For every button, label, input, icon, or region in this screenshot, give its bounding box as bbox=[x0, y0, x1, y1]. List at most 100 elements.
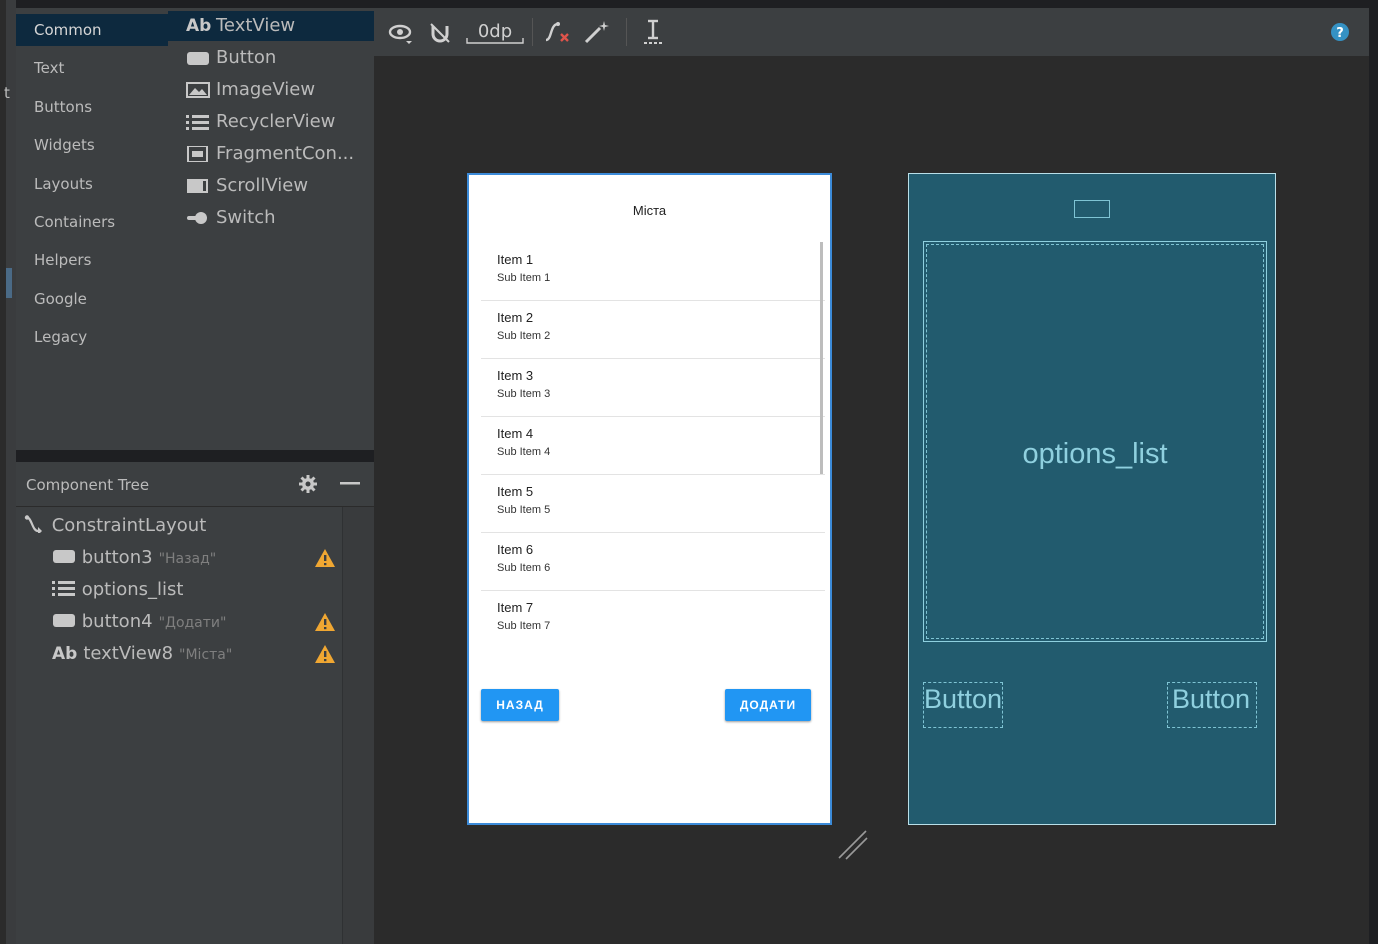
blueprint-textview[interactable] bbox=[1074, 200, 1110, 218]
blueprint-right-button[interactable]: Button bbox=[1167, 682, 1257, 728]
palette-panel: Common Text Buttons Widgets Layouts Cont… bbox=[16, 8, 374, 450]
category-widgets[interactable]: Widgets bbox=[16, 129, 168, 161]
component-tree-title: Component Tree bbox=[26, 476, 150, 494]
blueprint-screen[interactable]: options_list Button Button bbox=[908, 173, 1276, 825]
list-item-subtitle: Sub Item 6 bbox=[497, 562, 551, 574]
category-buttons[interactable]: Buttons bbox=[16, 91, 168, 123]
textview-icon: Ab bbox=[186, 16, 212, 36]
palette-item-recyclerview[interactable]: RecyclerView bbox=[168, 107, 374, 137]
list-item[interactable]: Item 4 Sub Item 4 bbox=[481, 416, 825, 475]
tree-row-button3[interactable]: button3 "Назад" bbox=[52, 543, 216, 573]
gutter-strip bbox=[6, 0, 16, 944]
blueprint-list-label: options_list bbox=[1022, 438, 1168, 470]
tree-scrollbar[interactable] bbox=[342, 507, 375, 944]
switch-icon bbox=[187, 212, 207, 224]
list-item[interactable]: Item 3 Sub Item 3 bbox=[481, 358, 825, 417]
tree-row-button4[interactable]: button4 "Додати" bbox=[52, 607, 226, 637]
list-item-title: Item 3 bbox=[497, 368, 534, 383]
palette-item-label: ImageView bbox=[216, 79, 316, 100]
palette-categories: Common Text Buttons Widgets Layouts Cont… bbox=[16, 8, 168, 450]
tree-row-id: button3 bbox=[81, 547, 153, 568]
tree-row-textview8[interactable]: Ab textView8 "Міста" bbox=[52, 639, 232, 669]
list-item[interactable]: Item 1 Sub Item 1 bbox=[481, 242, 825, 301]
category-containers[interactable]: Containers bbox=[16, 206, 168, 238]
svg-text:?: ? bbox=[1336, 26, 1344, 41]
blueprint-right-button-label: Button bbox=[1172, 684, 1251, 714]
tree-row-id: button4 bbox=[81, 611, 153, 632]
list-item[interactable]: Item 6 Sub Item 6 bbox=[481, 532, 825, 591]
list-item[interactable]: Item 5 Sub Item 5 bbox=[481, 474, 825, 533]
category-google[interactable]: Google bbox=[16, 283, 168, 315]
tree-row-id: textView8 bbox=[83, 643, 174, 664]
baseline-guideline-icon[interactable] bbox=[640, 18, 666, 46]
constraint-layout-icon bbox=[24, 515, 42, 533]
palette-item-label: Button bbox=[216, 47, 277, 68]
button-icon bbox=[53, 614, 75, 627]
warning-icon[interactable] bbox=[314, 644, 336, 664]
list-item-title: Item 4 bbox=[497, 426, 534, 441]
minimize-icon[interactable] bbox=[340, 482, 360, 486]
tree-row-constraintlayout[interactable]: ConstraintLayout bbox=[24, 511, 206, 541]
palette-item-label: FragmentCon... bbox=[216, 143, 355, 164]
list-item-subtitle: Sub Item 4 bbox=[497, 446, 551, 458]
list-scrollbar[interactable] bbox=[820, 242, 823, 474]
tree-row-options-list[interactable]: options_list bbox=[52, 575, 183, 605]
palette-item-button[interactable]: Button bbox=[168, 43, 374, 73]
screen-title: Міста bbox=[632, 203, 667, 218]
palette-item-scrollview[interactable]: ScrollView bbox=[168, 171, 374, 201]
category-common[interactable]: Common bbox=[16, 14, 168, 46]
scrollview-icon bbox=[187, 179, 208, 193]
recyclerview-icon bbox=[186, 115, 209, 130]
component-tree-body: ConstraintLayout button3 "Назад" options_… bbox=[16, 507, 342, 944]
tree-row-id: options_list bbox=[81, 579, 184, 600]
category-legacy[interactable]: Legacy bbox=[16, 321, 168, 353]
margin-bracket-icon bbox=[466, 38, 524, 44]
palette-item-label: ScrollView bbox=[216, 175, 309, 196]
list-item-subtitle: Sub Item 3 bbox=[497, 388, 551, 400]
button-icon bbox=[187, 52, 209, 65]
gear-icon[interactable] bbox=[298, 474, 318, 494]
category-layouts[interactable]: Layouts bbox=[16, 168, 168, 200]
list-item-subtitle: Sub Item 2 bbox=[497, 330, 551, 342]
category-helpers[interactable]: Helpers bbox=[16, 244, 168, 276]
clear-constraints-icon[interactable] bbox=[542, 18, 572, 46]
palette-item-imageview[interactable]: ImageView bbox=[168, 75, 374, 105]
list-item-title: Item 7 bbox=[497, 600, 534, 615]
palette-item-fragmentcontainer[interactable]: FragmentCon... bbox=[168, 139, 374, 169]
list-item-title: Item 1 bbox=[497, 252, 534, 267]
eye-icon[interactable] bbox=[388, 18, 414, 46]
list-item-subtitle: Sub Item 1 bbox=[497, 272, 551, 284]
toolbar-separator bbox=[626, 18, 627, 46]
list-item-subtitle: Sub Item 7 bbox=[497, 620, 551, 632]
left-gutter: t bbox=[0, 0, 16, 944]
component-tree-panel: Component Tree ConstraintLayout button3 "… bbox=[16, 462, 375, 944]
button-icon bbox=[53, 550, 75, 563]
warning-icon[interactable] bbox=[314, 548, 336, 568]
tree-row-label: ConstraintLayout bbox=[51, 515, 207, 536]
palette-item-textview[interactable]: Ab TextView bbox=[168, 11, 374, 41]
palette-items: Ab TextView Button ImageView RecyclerVie… bbox=[168, 8, 374, 450]
blueprint-options-list[interactable]: options_list bbox=[923, 241, 1267, 642]
category-text[interactable]: Text bbox=[16, 52, 168, 84]
back-button[interactable]: НАЗАД bbox=[481, 689, 559, 721]
list-item-subtitle: Sub Item 5 bbox=[497, 504, 551, 516]
list-item[interactable]: Item 7 Sub Item 7 bbox=[481, 590, 825, 648]
palette-item-switch[interactable]: Switch bbox=[168, 203, 374, 233]
help-icon[interactable]: ? bbox=[1330, 22, 1350, 42]
tree-row-text: "Назад" bbox=[158, 551, 217, 567]
component-tree-header: Component Tree bbox=[16, 462, 374, 507]
palette-item-label: RecyclerView bbox=[216, 111, 336, 132]
palette-item-label: TextView bbox=[216, 15, 296, 36]
imageview-icon bbox=[186, 82, 210, 98]
design-toolbar: 0dp ? bbox=[374, 8, 1369, 56]
resize-handle-icon[interactable] bbox=[836, 828, 870, 862]
warning-icon[interactable] bbox=[314, 612, 336, 632]
design-preview-screen[interactable]: Міста Item 1 Sub Item 1 Item 2 Sub Item 2 … bbox=[467, 173, 832, 825]
magnet-off-icon[interactable] bbox=[428, 18, 454, 46]
blueprint-left-button-label: Button bbox=[924, 684, 1003, 714]
list-item[interactable]: Item 2 Sub Item 2 bbox=[481, 300, 825, 359]
tree-row-text: "Додати" bbox=[158, 615, 227, 631]
blueprint-left-button[interactable]: Button bbox=[923, 682, 1003, 728]
magic-wand-icon[interactable] bbox=[582, 18, 612, 46]
add-button[interactable]: ДОДАТИ bbox=[725, 689, 811, 721]
